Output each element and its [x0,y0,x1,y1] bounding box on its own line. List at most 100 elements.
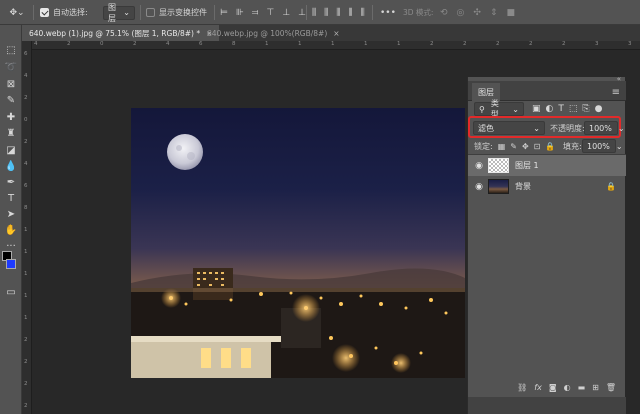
lock-row: 锁定: ▦ ✎ ✥ ⊡ 🔒 [474,139,555,153]
filter-toggle-icon[interactable]: ● [595,104,603,114]
ruler-horizontal: 4 2 0 2 4 6 8 1 1 1 1 1 2 2 2 2 2 3 3 [32,41,640,50]
filter-smart-icon[interactable]: ⎘ [582,104,589,114]
ruler-tick-label: 6 [24,51,28,57]
filter-type-icon[interactable]: T [558,104,564,114]
3d-orbit-icon[interactable]: ⟲ [440,8,448,18]
filter-kind-dropdown[interactable]: ⚲ 类型 ⌄ [474,99,524,119]
auto-select-checkbox[interactable] [40,8,49,17]
chevron-down-icon: ⌄ [615,141,623,151]
eye-icon[interactable]: ◉ [474,182,484,192]
auto-select-target-dropdown[interactable]: 图层 ⌄ [103,3,135,23]
fill-value: 100% [587,141,610,151]
auto-select-toggle[interactable]: 自动选择: [40,5,88,20]
auto-select-target-value: 图层 [108,2,116,23]
align-bottom-icon[interactable]: ⊥ [298,8,306,18]
filter-pixel-icon[interactable]: ▣ [532,104,541,114]
stamp-tool-icon[interactable]: ♜ [3,126,19,140]
new-layer-icon[interactable]: ⊞ [592,383,599,392]
healing-tool-icon[interactable]: ✚ [3,110,19,124]
filter-adjustment-icon[interactable]: ◐ [546,104,554,114]
trash-icon[interactable]: 🗑 [606,383,616,392]
filter-shape-icon[interactable]: ⬚ [569,104,578,114]
auto-select-label: 自动选择: [53,8,88,17]
lock-icon: 🔒 [606,182,616,191]
fill-field[interactable]: 100% ⌄ [582,139,623,153]
align-hcenter-icon[interactable]: ⊪ [236,8,244,18]
eyedropper-tool-icon[interactable]: ✎ [3,93,19,107]
tab-document-2[interactable]: 640.webp.jpg @ 100%(RGB/8#) × [200,25,347,41]
path-select-tool-icon[interactable]: ➤ [3,207,19,221]
text-tool-icon[interactable]: T [3,191,19,205]
align-right-icon[interactable]: ⫤ [252,8,259,18]
lasso-tool-icon[interactable]: ➰ [3,60,19,74]
show-transform-checkbox[interactable] [146,8,155,17]
chevron-down-icon: ⌄ [617,123,625,133]
add-mask-icon[interactable]: ◙ [549,383,557,392]
opacity-value: 100% [589,123,612,133]
tab-document-1[interactable]: 640.webp (1).jpg @ 75.1% (图层 1, RGB/8#) … [22,25,220,41]
marquee-tool-icon[interactable]: ⬚ [3,43,19,57]
ruler-tick-label: 1 [331,41,335,47]
screen-mode-icon[interactable]: ▭ [3,285,19,299]
ruler-tick-label: 2 [133,41,137,47]
3d-slide-icon[interactable]: ⇕ [490,8,498,18]
distribute-2-icon[interactable]: ⫼ [324,8,328,18]
ruler-tick-label: 2 [463,41,467,47]
ruler-tick-label: 1 [24,249,28,255]
ruler-tick-label: 1 [24,271,28,277]
3d-scale-icon[interactable]: ■ [507,8,516,18]
eraser-tool-icon[interactable]: ◪ [3,143,19,157]
move-tool-icon[interactable]: ✥⌄ [6,5,28,20]
close-icon[interactable]: × [333,29,339,38]
lock-paint-icon[interactable]: ✎ [510,142,517,151]
ruler-tick-label: 1 [298,41,302,47]
ruler-tick-label: 1 [24,293,28,299]
ruler-tick-label: 1 [265,41,269,47]
align-vcenter-icon[interactable]: ⊥ [282,8,290,18]
ruler-tick-label: 2 [430,41,434,47]
link-layers-icon[interactable]: ⛓ [517,383,527,392]
document-canvas[interactable] [131,108,465,378]
distribute-3-icon[interactable]: ⫼ [336,8,340,18]
quick-mask-icon[interactable] [3,257,19,271]
3d-roll-icon[interactable]: ◎ [457,8,465,18]
distribute-5-icon[interactable]: ⫼ [361,8,365,18]
ruler-tick-label: 1 [24,227,28,233]
fill-label: 填充: [563,142,582,151]
ruler-tick-label: 4 [34,41,38,47]
ruler-tick-label: 2 [24,381,28,387]
ruler-tick-label: 8 [232,41,236,47]
lock-move-icon[interactable]: ✥ [522,142,529,151]
more-options-button[interactable]: ••• [380,5,396,20]
blend-mode-dropdown[interactable]: 滤色 ⌄ [473,121,545,135]
night-city-image [131,134,465,378]
new-group-icon[interactable]: ▬ [578,383,586,392]
eye-icon[interactable]: ◉ [474,161,484,171]
panel-collapse-icon[interactable]: « [617,75,621,83]
3d-pan-icon[interactable]: ✣ [473,8,481,18]
adjustment-layer-icon[interactable]: ◐ [564,383,571,392]
ruler-tick-label: 2 [24,337,28,343]
layer-row[interactable]: ◉ 背景 🔒 [468,176,626,197]
lock-transparent-icon[interactable]: ▦ [498,142,506,151]
pen-tool-icon[interactable]: ✒ [3,175,19,189]
show-transform-toggle[interactable]: 显示变换控件 [146,5,207,20]
ruler-tick-label: 8 [24,205,28,211]
panel-menu-icon[interactable]: ≡ [612,87,620,98]
distribute-4-icon[interactable]: ⫼ [348,8,352,18]
layer-row[interactable]: ◉ 图层 1 [468,155,626,176]
crop-tool-icon[interactable]: ⊠ [3,77,19,91]
ruler-tick-label: 4 [24,161,28,167]
hand-tool-icon[interactable]: ✋ [3,223,19,237]
ruler-tick-label: 1 [397,41,401,47]
blur-tool-icon[interactable]: 💧 [3,159,19,173]
lock-all-icon[interactable]: 🔒 [545,142,555,151]
align-top-icon[interactable]: ⊤ [266,8,274,18]
lock-artboard-icon[interactable]: ⊡ [534,142,541,151]
ruler-tick-label: 2 [24,139,28,145]
ruler-tick-label: 3 [595,41,599,47]
distribute-1-icon[interactable]: ⫼ [312,8,316,18]
align-left-icon[interactable]: ⊨ [220,8,228,18]
fx-icon[interactable]: fx [534,383,542,392]
opacity-field[interactable]: 100% ⌄ [584,121,625,135]
